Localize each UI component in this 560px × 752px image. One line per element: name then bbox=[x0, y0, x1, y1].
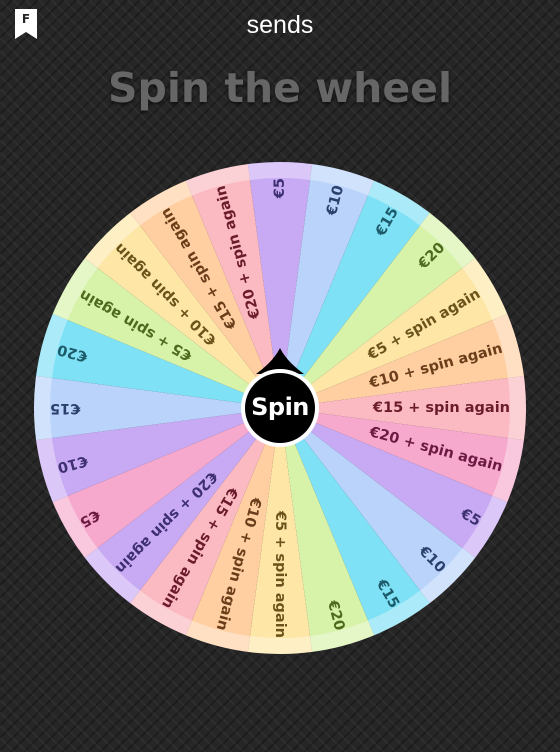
wheel-segment-label: €5 + spin again bbox=[272, 510, 288, 638]
wheel-segment-label: €5 bbox=[272, 178, 288, 199]
wheel-segment-label: €15 bbox=[50, 400, 81, 416]
wheel-segment-label: €15 + spin again bbox=[372, 400, 510, 416]
spin-button[interactable] bbox=[240, 368, 320, 448]
